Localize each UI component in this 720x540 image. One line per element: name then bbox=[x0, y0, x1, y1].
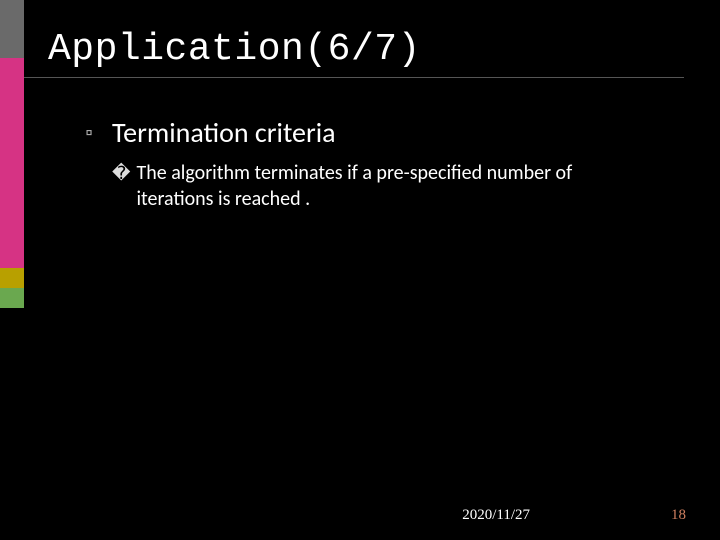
bullet-marker-icon: ▫ bbox=[80, 116, 98, 150]
sub-bullet-marker-icon: � bbox=[112, 160, 130, 186]
sub-bullet-text: The algorithm terminates if a pre-specif… bbox=[136, 160, 632, 212]
bullet-text: Termination criteria bbox=[112, 116, 336, 150]
sidebar-seg-spacer bbox=[0, 308, 24, 540]
sidebar-seg-green bbox=[0, 288, 24, 308]
footer-page-number: 18 bbox=[671, 507, 686, 524]
sidebar-seg-pink bbox=[0, 58, 24, 268]
bullet-item: ▫ Termination criteria bbox=[80, 116, 672, 150]
accent-sidebar bbox=[0, 0, 24, 540]
slide-body: ▫ Termination criteria � The algorithm t… bbox=[24, 78, 720, 212]
slide-title: Application(6/7) bbox=[24, 0, 684, 78]
sub-bullet-item: � The algorithm terminates if a pre-spec… bbox=[80, 160, 672, 212]
footer-date: 2020/11/27 bbox=[462, 507, 530, 524]
sidebar-seg-grey bbox=[0, 0, 24, 58]
sidebar-seg-yellow bbox=[0, 268, 24, 288]
slide-content: Application(6/7) ▫ Termination criteria … bbox=[24, 0, 720, 540]
slide-footer: 2020/11/27 18 bbox=[48, 504, 720, 524]
